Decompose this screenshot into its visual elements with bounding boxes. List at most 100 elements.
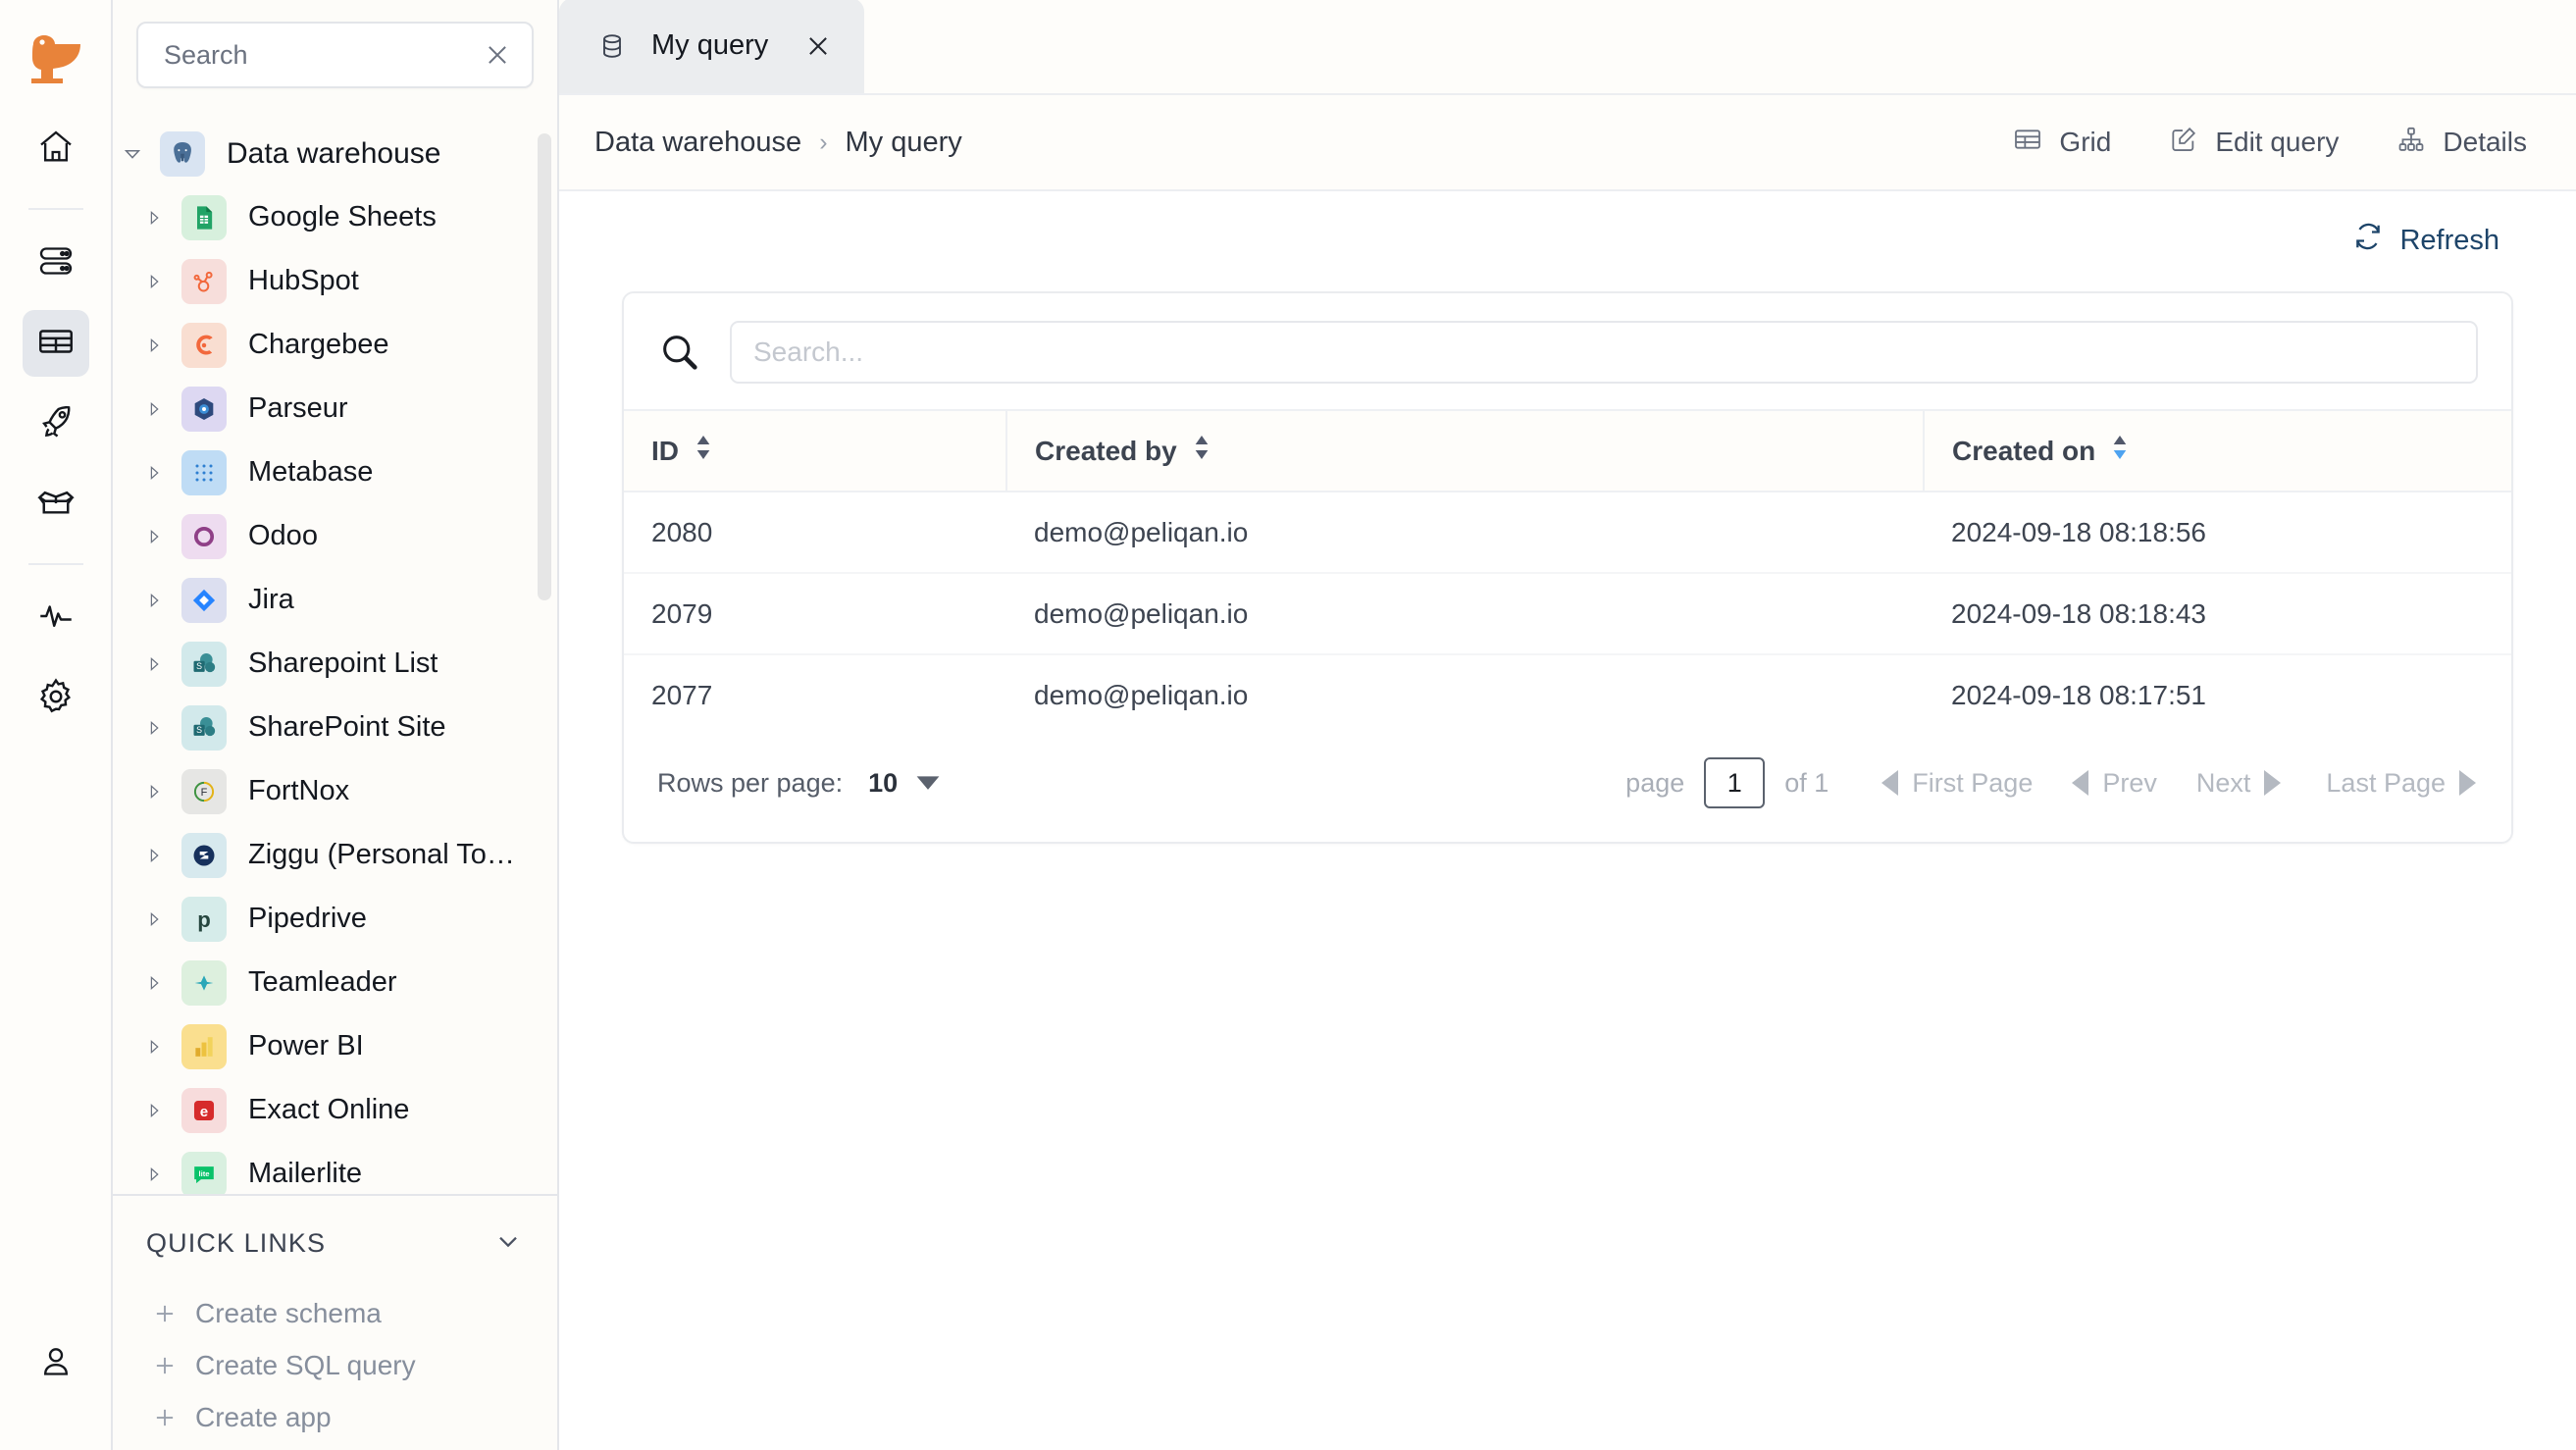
sidebar-search-input[interactable]: Search (136, 22, 534, 88)
tree-item-chargebee[interactable]: Chargebee (113, 313, 557, 377)
pulse-activity-icon (35, 596, 77, 642)
edit-query-button-label: Edit query (2215, 127, 2340, 157)
cell-id: 2079 (624, 573, 1006, 655)
rail-item-pipelines[interactable] (23, 390, 89, 457)
prev-page-button[interactable]: Prev (2072, 768, 2157, 799)
chevron-down-icon[interactable] (119, 143, 146, 165)
rail-item-apps[interactable] (23, 471, 89, 538)
rail-divider-2 (27, 563, 83, 565)
tab-bar: My query (559, 0, 2576, 95)
tree-item-mailerlite[interactable]: lite Mailerlite (113, 1142, 557, 1194)
svg-text:lite: lite (198, 1168, 210, 1177)
chevron-right-icon[interactable] (140, 1038, 168, 1056)
next-page-label: Next (2195, 767, 2251, 798)
tree-item-label: Jira (248, 584, 294, 615)
tree-item-google-sheets[interactable]: Google Sheets (113, 185, 557, 249)
sort-updown-icon[interactable] (2109, 433, 2131, 469)
chevron-right-icon[interactable] (140, 400, 168, 418)
sort-updown-icon[interactable] (1191, 433, 1212, 469)
tree-item-label: Pipedrive (248, 903, 367, 934)
quick-link-create-schema[interactable]: Create schema (142, 1287, 528, 1339)
sidebar-tree-scrollbar[interactable] (538, 133, 551, 600)
tree-item-sharepoint-site[interactable]: S SharePoint Site (113, 696, 557, 759)
chevron-right-icon[interactable] (140, 273, 168, 290)
sidebar: Search Data warehouse Google Sheets HubS… (113, 0, 559, 1450)
grid-button[interactable]: Grid (2012, 124, 2111, 162)
tree-item-fortnox[interactable]: F FortNox (113, 759, 557, 823)
chevron-right-icon[interactable] (140, 1102, 168, 1119)
tree-item-teamleader[interactable]: Teamleader (113, 951, 557, 1014)
rail-item-activity[interactable] (23, 585, 89, 651)
quick-links-header[interactable]: QUICK LINKS (142, 1225, 528, 1262)
caret-down-icon[interactable] (915, 775, 941, 791)
tree-item-pipedrive[interactable]: p Pipedrive (113, 887, 557, 951)
tree-item-odoo[interactable]: Odoo (113, 504, 557, 568)
chevron-right-icon[interactable] (140, 719, 168, 737)
tab-my-query[interactable]: My query (559, 0, 865, 93)
column-header-created-by[interactable]: Created by (1006, 409, 1925, 492)
search-magnifier-icon[interactable] (657, 330, 702, 375)
peliqan-logo[interactable] (22, 29, 90, 88)
chevron-right-icon[interactable] (140, 209, 168, 227)
tree-item-jira[interactable]: Jira (113, 568, 557, 632)
table-search-input[interactable]: Search... (730, 321, 2478, 384)
refresh-button[interactable]: Refresh (2352, 221, 2499, 260)
tree-item-power-bi[interactable]: Power BI (113, 1014, 557, 1078)
quick-link-create-app[interactable]: Create app (142, 1391, 528, 1443)
close-x-icon[interactable] (803, 31, 833, 61)
grid-button-label: Grid (2059, 127, 2112, 157)
chevron-right-icon[interactable] (140, 783, 168, 801)
tree-item-sharepoint-list[interactable]: S Sharepoint List (113, 632, 557, 696)
table-row[interactable]: 2079 demo@peliqan.io 2024-09-18 08:18:43 (624, 573, 2511, 655)
tree-item-exact-online[interactable]: e Exact Online (113, 1078, 557, 1142)
close-x-icon[interactable] (483, 40, 512, 70)
rail-item-home[interactable] (23, 116, 89, 182)
edit-query-button[interactable]: Edit query (2168, 124, 2339, 162)
tree-item-hubspot[interactable]: HubSpot (113, 249, 557, 313)
rail-item-data-warehouse[interactable] (22, 310, 89, 377)
page-number-input[interactable]: 1 (1704, 757, 1766, 808)
first-page-button[interactable]: First Page (1881, 768, 2033, 799)
pencil-square-icon (2168, 124, 2199, 162)
tree-root-data-warehouse[interactable]: Data warehouse (113, 122, 557, 185)
cell-created-on: 2024-09-18 08:18:43 (1924, 573, 2511, 655)
last-page-button[interactable]: Last Page (2326, 768, 2476, 799)
breadcrumb-root[interactable]: Data warehouse (594, 127, 801, 159)
next-page-button[interactable]: Next (2196, 768, 2282, 799)
chevron-right-icon[interactable] (140, 847, 168, 864)
hubspot-icon (181, 258, 227, 304)
chevron-right-icon[interactable] (140, 337, 168, 354)
chevron-right-icon[interactable] (140, 910, 168, 928)
quick-link-create-sql-query[interactable]: Create SQL query (142, 1339, 528, 1391)
tree-item-parseur[interactable]: Parseur (113, 377, 557, 440)
chevron-right-icon[interactable] (140, 1165, 168, 1183)
rail-item-data-sources[interactable] (23, 230, 89, 296)
table-row[interactable]: 2080 demo@peliqan.io 2024-09-18 08:18:56 (624, 492, 2511, 574)
results-table-head: ID Created by Created on (624, 409, 2511, 492)
rocket-icon (35, 401, 77, 447)
icon-rail (0, 0, 113, 1450)
tree-item-metabase[interactable]: Metabase (113, 440, 557, 504)
tree-item-ziggu[interactable]: Ziggu (Personal To… (113, 823, 557, 887)
chevron-down-icon[interactable] (492, 1225, 524, 1262)
home-icon (36, 128, 76, 172)
app-window: Search Data warehouse Google Sheets HubS… (0, 0, 2576, 1450)
chevron-right-icon[interactable] (140, 655, 168, 673)
chevron-right-icon[interactable] (140, 974, 168, 992)
chevron-right-icon[interactable] (140, 464, 168, 482)
column-header-id[interactable]: ID (624, 409, 1007, 492)
rail-item-account[interactable] (23, 1330, 89, 1397)
details-button[interactable]: Details (2396, 124, 2527, 162)
rail-item-settings[interactable] (23, 665, 89, 732)
column-header-created-on-label: Created on (1952, 435, 2096, 466)
power-bi-icon (181, 1023, 227, 1069)
column-header-created-on[interactable]: Created on (1924, 409, 2511, 492)
sort-updown-icon[interactable] (693, 433, 714, 469)
chevron-right-icon[interactable] (140, 592, 168, 609)
table-row[interactable]: 2077 demo@peliqan.io 2024-09-18 08:17:51 (624, 654, 2511, 736)
server-stack-icon (36, 241, 76, 285)
chevron-right-icon[interactable] (140, 528, 168, 545)
rows-per-page-value[interactable]: 10 (868, 768, 898, 799)
prev-page-label: Prev (2102, 767, 2157, 798)
page-label: page (1625, 767, 1685, 798)
